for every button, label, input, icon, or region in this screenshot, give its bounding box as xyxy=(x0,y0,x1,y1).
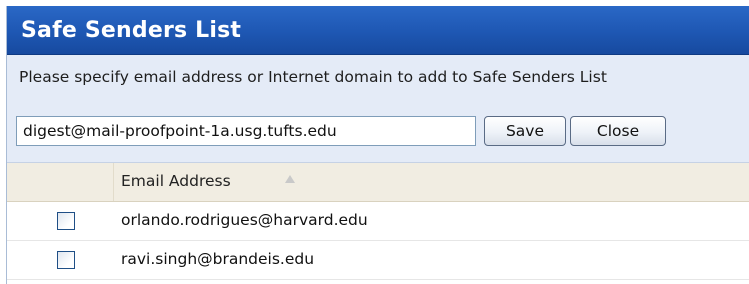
row-checkbox[interactable] xyxy=(57,251,75,269)
table-row: orlando.rodrigues@harvard.edu xyxy=(7,202,749,241)
column-divider xyxy=(113,163,114,201)
sort-ascending-icon[interactable] xyxy=(285,175,295,183)
instruction-text: Please specify email address or Internet… xyxy=(19,68,607,86)
add-sender-form: Save Close xyxy=(16,116,666,146)
grid-header: Email Address xyxy=(7,163,749,202)
form-area: Please specify email address or Internet… xyxy=(7,55,749,163)
sender-email: ravi.singh@brandeis.edu xyxy=(121,250,315,268)
table-row: ravi.singh@brandeis.edu xyxy=(7,241,749,280)
row-checkbox[interactable] xyxy=(57,212,75,230)
close-button[interactable]: Close xyxy=(570,116,666,146)
sender-email: orlando.rodrigues@harvard.edu xyxy=(121,211,368,229)
title-bar: Safe Senders List xyxy=(7,6,749,55)
save-button[interactable]: Save xyxy=(484,116,566,146)
email-input[interactable] xyxy=(16,116,476,146)
dialog-title: Safe Senders List xyxy=(21,17,242,43)
email-address-column-header[interactable]: Email Address xyxy=(121,172,231,190)
safe-senders-dialog: Safe Senders List Please specify email a… xyxy=(6,6,749,284)
